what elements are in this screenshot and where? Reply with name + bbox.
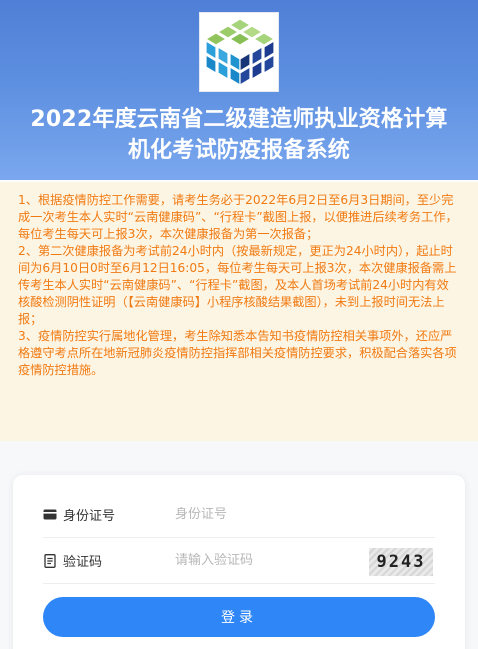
captcha-input[interactable] bbox=[175, 553, 355, 568]
captcha-row: 验证码 9243 bbox=[43, 538, 435, 584]
login-button[interactable]: 登录 bbox=[43, 597, 435, 637]
captcha-image[interactable]: 9243 bbox=[369, 548, 433, 576]
logo bbox=[199, 12, 279, 92]
title-line-1: 2022年度云南省二级建造师执业资格计算 bbox=[30, 107, 448, 132]
isometric-cube-logo-icon bbox=[204, 18, 276, 87]
id-number-label: 身份证号 bbox=[63, 509, 116, 524]
notice-item-2: 2、第二次健康报备为考试前24小时内（按最新规定，更正为24小时内），起止时间为… bbox=[18, 244, 457, 326]
header-banner: 2022年度云南省二级建造师执业资格计算 机化考试防疫报备系统 bbox=[0, 0, 478, 180]
page-title: 2022年度云南省二级建造师执业资格计算 机化考试防疫报备系统 bbox=[0, 104, 478, 166]
notice-panel: 1、根据疫情防控工作需要，请考生务必于2022年6月2日至6月3日期间，至少完成… bbox=[0, 182, 478, 441]
document-icon bbox=[43, 553, 57, 568]
title-line-2: 机化考试防疫报备系统 bbox=[127, 138, 350, 163]
login-card: 身份证号 验证码 9243 登录 bbox=[13, 475, 465, 649]
id-card-icon bbox=[43, 508, 57, 522]
id-number-row: 身份证号 bbox=[43, 492, 435, 538]
notice-item-3: 3、疫情防控实行属地化管理，考生除知悉本告知书疫情防控相关事项外，还应严格遵守考… bbox=[18, 329, 457, 377]
id-number-input[interactable] bbox=[175, 507, 355, 522]
captcha-label: 验证码 bbox=[63, 555, 103, 570]
notice-item-1: 1、根据疫情防控工作需要，请考生务必于2022年6月2日至6月3日期间，至少完成… bbox=[18, 193, 458, 241]
